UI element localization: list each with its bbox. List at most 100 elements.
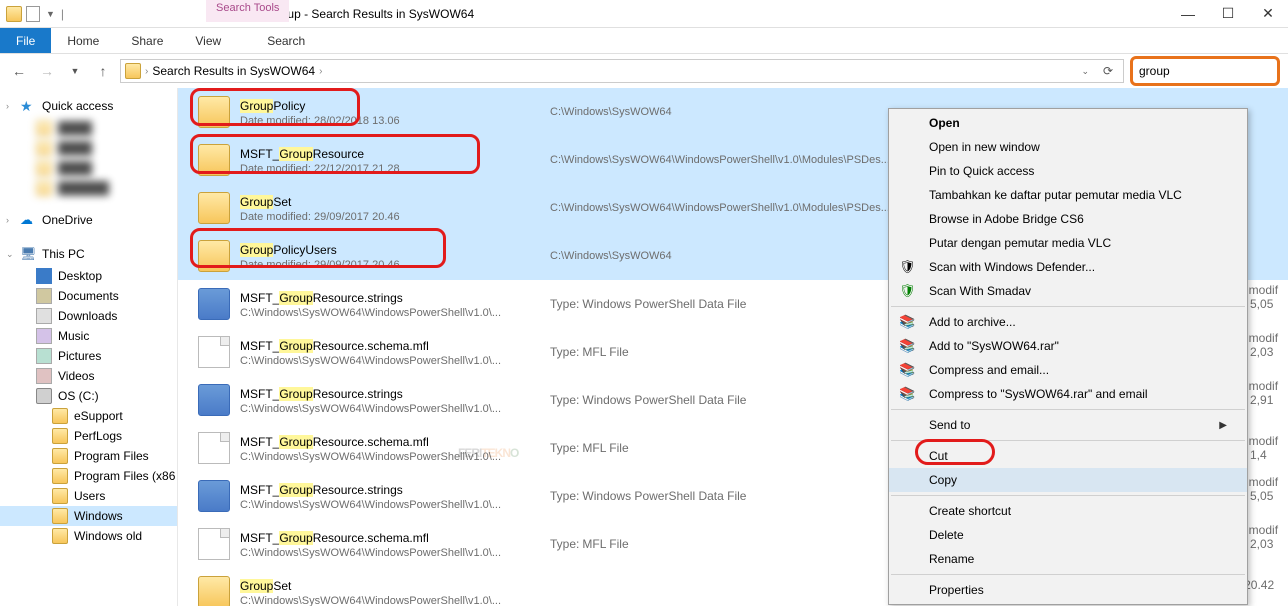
up-button[interactable]: ↑ — [92, 60, 114, 82]
folder-icon — [52, 488, 68, 504]
breadcrumb[interactable]: Search Results in SysWOW64 — [152, 64, 315, 78]
menu-vlc-playlist[interactable]: Tambahkan ke daftar putar pemutar media … — [889, 183, 1247, 207]
refresh-button[interactable]: ⟳ — [1097, 64, 1119, 78]
annotation-highlight — [915, 439, 995, 465]
file-path: C:\Windows\SysWOW64 — [550, 250, 850, 262]
pc-icon: 🖥 — [20, 246, 36, 262]
sidebar-quick-access[interactable]: ›★Quick access — [0, 94, 177, 118]
file-path-sub: C:\Windows\SysWOW64\WindowsPowerShell\v1… — [240, 451, 550, 463]
sidebar-item[interactable]: ████ — [0, 158, 177, 178]
menu-add-rar[interactable]: 📚Add to "SysWOW64.rar" — [889, 334, 1247, 358]
music-icon — [36, 328, 52, 344]
folder-icon — [198, 96, 230, 128]
desktop-label: Desktop — [58, 269, 102, 283]
archive-icon: 📚 — [899, 314, 915, 330]
view-tab[interactable]: View — [179, 30, 237, 52]
sidebar-item-windows[interactable]: Windows — [0, 506, 177, 526]
type-label: Type: — [550, 537, 579, 551]
menu-rename[interactable]: Rename — [889, 547, 1247, 571]
type-label: Type: — [550, 297, 579, 311]
navigation-bar: ← → ▼ ↑ › Search Results in SysWOW64 › ⌄… — [0, 54, 1288, 88]
sidebar-item[interactable]: ████ — [0, 138, 177, 158]
menu-create-shortcut[interactable]: Create shortcut — [889, 499, 1247, 523]
search-tools-contextual-tab: Search Tools — [206, 0, 289, 22]
chevron-down-icon[interactable]: ▼ — [44, 9, 57, 19]
highlight: Group — [240, 243, 273, 257]
folder-icon — [198, 240, 230, 272]
date-modified: Date modified: 29/09/2017 20.46 — [240, 259, 550, 271]
menu-properties[interactable]: Properties — [889, 578, 1247, 602]
home-tab[interactable]: Home — [51, 30, 115, 52]
sidebar-item-videos[interactable]: Videos — [0, 366, 177, 386]
menu-open[interactable]: Open — [889, 111, 1247, 135]
navigation-pane: ›★Quick access ████ ████ ████ ██████ ›☁O… — [0, 88, 178, 606]
file-name-pre: MSFT_ — [240, 339, 279, 353]
menu-delete[interactable]: Delete — [889, 523, 1247, 547]
sidebar-item-perflogs[interactable]: PerfLogs — [0, 426, 177, 446]
file-path-sub: C:\Windows\SysWOW64\WindowsPowerShell\v1… — [240, 307, 550, 319]
sidebar-item-desktop[interactable]: Desktop — [0, 266, 177, 286]
menu-compress-rar-email[interactable]: 📚Compress to "SysWOW64.rar" and email — [889, 382, 1247, 406]
search-box[interactable]: group — [1130, 56, 1280, 86]
sidebar-onedrive[interactable]: ›☁OneDrive — [0, 208, 177, 232]
forward-button[interactable]: → — [36, 60, 58, 82]
sidebar-item-osc[interactable]: OS (C:) — [0, 386, 177, 406]
sidebar-item-esupport[interactable]: eSupport — [0, 406, 177, 426]
file-name-rest: Set — [273, 195, 291, 209]
sidebar-item[interactable]: ██████ — [0, 178, 177, 198]
menu-windows-defender[interactable]: 🛡Scan with Windows Defender... — [889, 255, 1247, 279]
folder-icon — [6, 6, 22, 22]
folder-icon — [52, 408, 68, 424]
menu-compress-email[interactable]: 📚Compress and email... — [889, 358, 1247, 382]
file-tab[interactable]: File — [0, 28, 51, 53]
sidebar-item-program-files-x86[interactable]: Program Files (x86 — [0, 466, 177, 486]
sidebar-item-windows-old[interactable]: Windows old — [0, 526, 177, 546]
users-label: Users — [74, 489, 105, 503]
highlight: Group — [279, 339, 312, 353]
sidebar-item-users[interactable]: Users — [0, 486, 177, 506]
program-files-label: Program Files — [74, 449, 149, 463]
minimize-button[interactable]: — — [1168, 0, 1208, 28]
close-button[interactable]: ✕ — [1248, 0, 1288, 28]
back-button[interactable]: ← — [8, 60, 30, 82]
esupport-label: eSupport — [74, 409, 123, 423]
osc-label: OS (C:) — [58, 389, 99, 403]
folder-icon — [52, 468, 68, 484]
type-label: Type: — [550, 345, 579, 359]
file-type: Windows PowerShell Data File — [582, 393, 746, 407]
highlight: Group — [279, 483, 312, 497]
file-path-sub: C:\Windows\SysWOW64\WindowsPowerShell\v1… — [240, 595, 550, 606]
share-tab[interactable]: Share — [115, 30, 179, 52]
recent-locations-button[interactable]: ▼ — [64, 60, 86, 82]
maximize-button[interactable]: ☐ — [1208, 0, 1248, 28]
onedrive-icon: ☁ — [20, 212, 36, 228]
menu-smadav[interactable]: 🛡Scan With Smadav — [889, 279, 1247, 303]
windows-old-label: Windows old — [74, 529, 142, 543]
file-name-pre: MSFT_ — [240, 483, 279, 497]
menu-open-new-window[interactable]: Open in new window — [889, 135, 1247, 159]
shield-icon: 🛡 — [899, 283, 915, 299]
powershell-file-icon — [198, 480, 230, 512]
menu-add-archive[interactable]: 📚Add to archive... — [889, 310, 1247, 334]
documents-icon — [36, 288, 52, 304]
powershell-file-icon — [198, 384, 230, 416]
menu-vlc-play[interactable]: Putar dengan pemutar media VLC — [889, 231, 1247, 255]
address-bar[interactable]: › Search Results in SysWOW64 › ⌄ ⟳ — [120, 59, 1124, 83]
file-name-rest: Resource.strings — [313, 483, 403, 497]
menu-adobe-bridge[interactable]: Browse in Adobe Bridge CS6 — [889, 207, 1247, 231]
menu-send-to[interactable]: Send to▶ — [889, 413, 1247, 437]
file-type: MFL File — [582, 441, 628, 455]
sidebar-item-pictures[interactable]: Pictures — [0, 346, 177, 366]
downloads-icon — [36, 308, 52, 324]
sidebar-item-downloads[interactable]: Downloads — [0, 306, 177, 326]
sidebar-this-pc[interactable]: ⌄🖥This PC — [0, 242, 177, 266]
menu-pin-quick-access[interactable]: Pin to Quick access — [889, 159, 1247, 183]
sidebar-item-program-files[interactable]: Program Files — [0, 446, 177, 466]
sidebar-item-music[interactable]: Music — [0, 326, 177, 346]
document-icon[interactable] — [26, 6, 40, 22]
chevron-down-icon[interactable]: ⌄ — [1077, 66, 1093, 77]
menu-copy[interactable]: Copy — [889, 468, 1247, 492]
sidebar-item-documents[interactable]: Documents — [0, 286, 177, 306]
sidebar-item[interactable]: ████ — [0, 118, 177, 138]
search-tab[interactable]: Search — [251, 30, 321, 52]
